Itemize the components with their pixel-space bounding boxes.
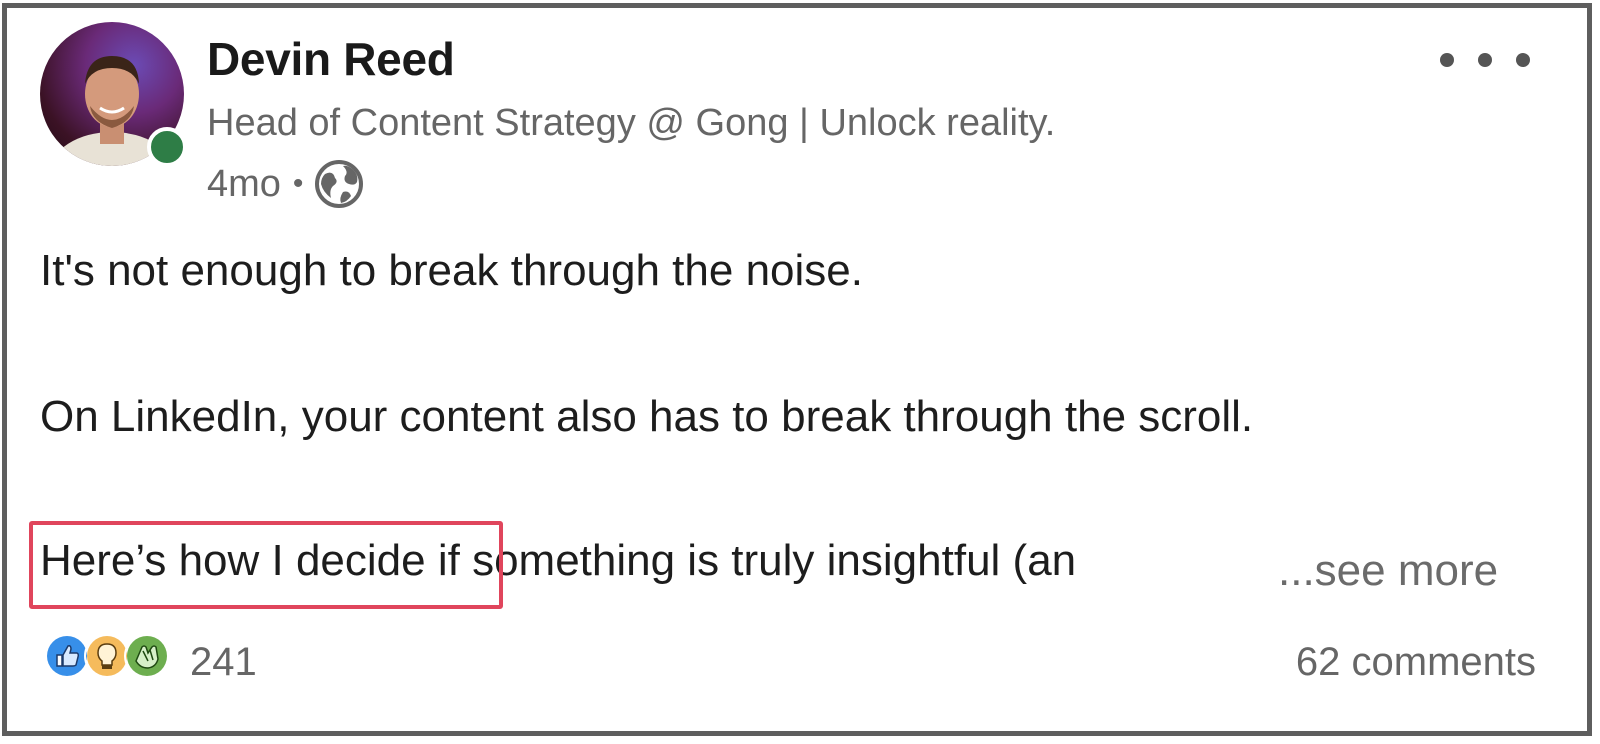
author-headline: Head of Content Strategy @ Gong | Unlock… bbox=[207, 102, 1056, 144]
more-dot bbox=[1440, 53, 1454, 67]
post-text-line-3-rest: if something is truly insightful (an bbox=[425, 536, 1077, 585]
see-more-link[interactable]: ...see more bbox=[1278, 546, 1498, 596]
comments-count[interactable]: 62 comments bbox=[1296, 640, 1536, 685]
reaction-count[interactable]: 241 bbox=[190, 640, 257, 685]
post-meta: 4mo • bbox=[207, 158, 365, 210]
more-options-icon[interactable] bbox=[1440, 42, 1530, 78]
post-time: 4mo bbox=[207, 162, 281, 205]
post-text-line-2: On LinkedIn, your content also has to br… bbox=[40, 392, 1254, 441]
more-dot bbox=[1478, 53, 1492, 67]
celebrate-icon bbox=[124, 633, 170, 679]
author-name[interactable]: Devin Reed bbox=[207, 32, 455, 86]
meta-separator: • bbox=[292, 167, 304, 200]
more-dot bbox=[1516, 53, 1530, 67]
online-status-dot bbox=[147, 127, 187, 167]
post-text-line-1: It's not enough to break through the noi… bbox=[40, 246, 863, 295]
globe-icon bbox=[313, 158, 365, 210]
reaction-icons[interactable] bbox=[44, 633, 170, 679]
highlight-box bbox=[29, 521, 503, 609]
